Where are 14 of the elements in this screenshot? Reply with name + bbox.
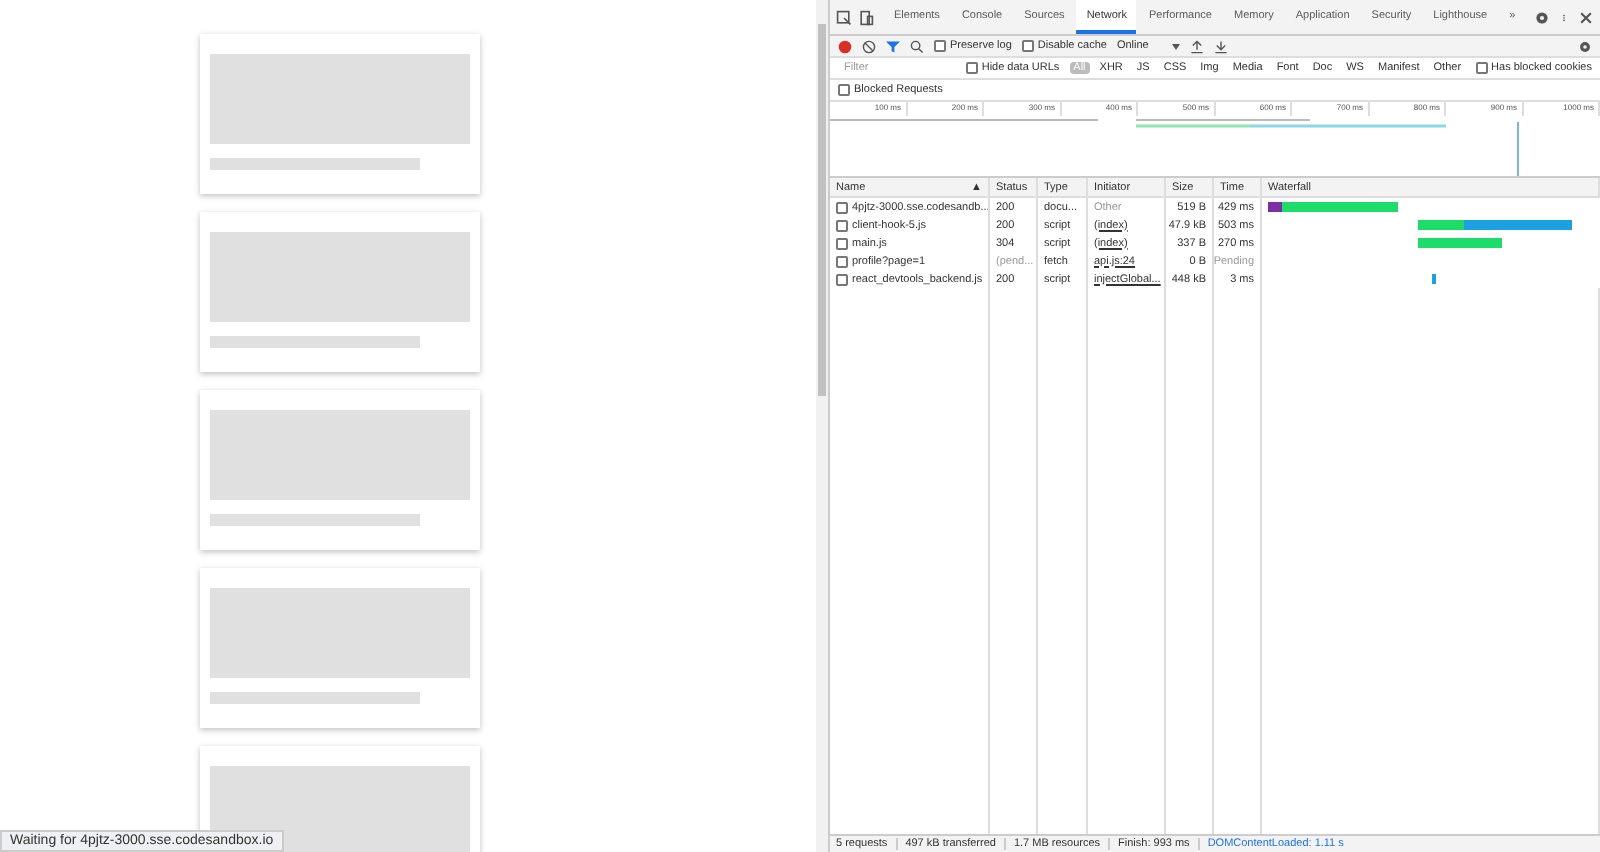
clear-icon[interactable] (862, 39, 876, 53)
settings-icon[interactable] (1534, 9, 1550, 25)
download-icon[interactable] (1214, 39, 1229, 53)
page-scrollbar[interactable] (816, 0, 828, 852)
settings-icon[interactable] (1578, 39, 1592, 53)
scrollbar-thumb[interactable] (818, 24, 826, 396)
record-icon[interactable] (838, 39, 852, 53)
waterfall-bar (1417, 238, 1502, 248)
search-icon[interactable] (910, 39, 924, 53)
inspect-icon[interactable] (836, 9, 852, 25)
close-icon[interactable] (1578, 9, 1594, 25)
upload-icon[interactable] (1190, 39, 1205, 53)
caret-icon[interactable] (1172, 43, 1181, 49)
device-icon[interactable] (858, 9, 874, 25)
